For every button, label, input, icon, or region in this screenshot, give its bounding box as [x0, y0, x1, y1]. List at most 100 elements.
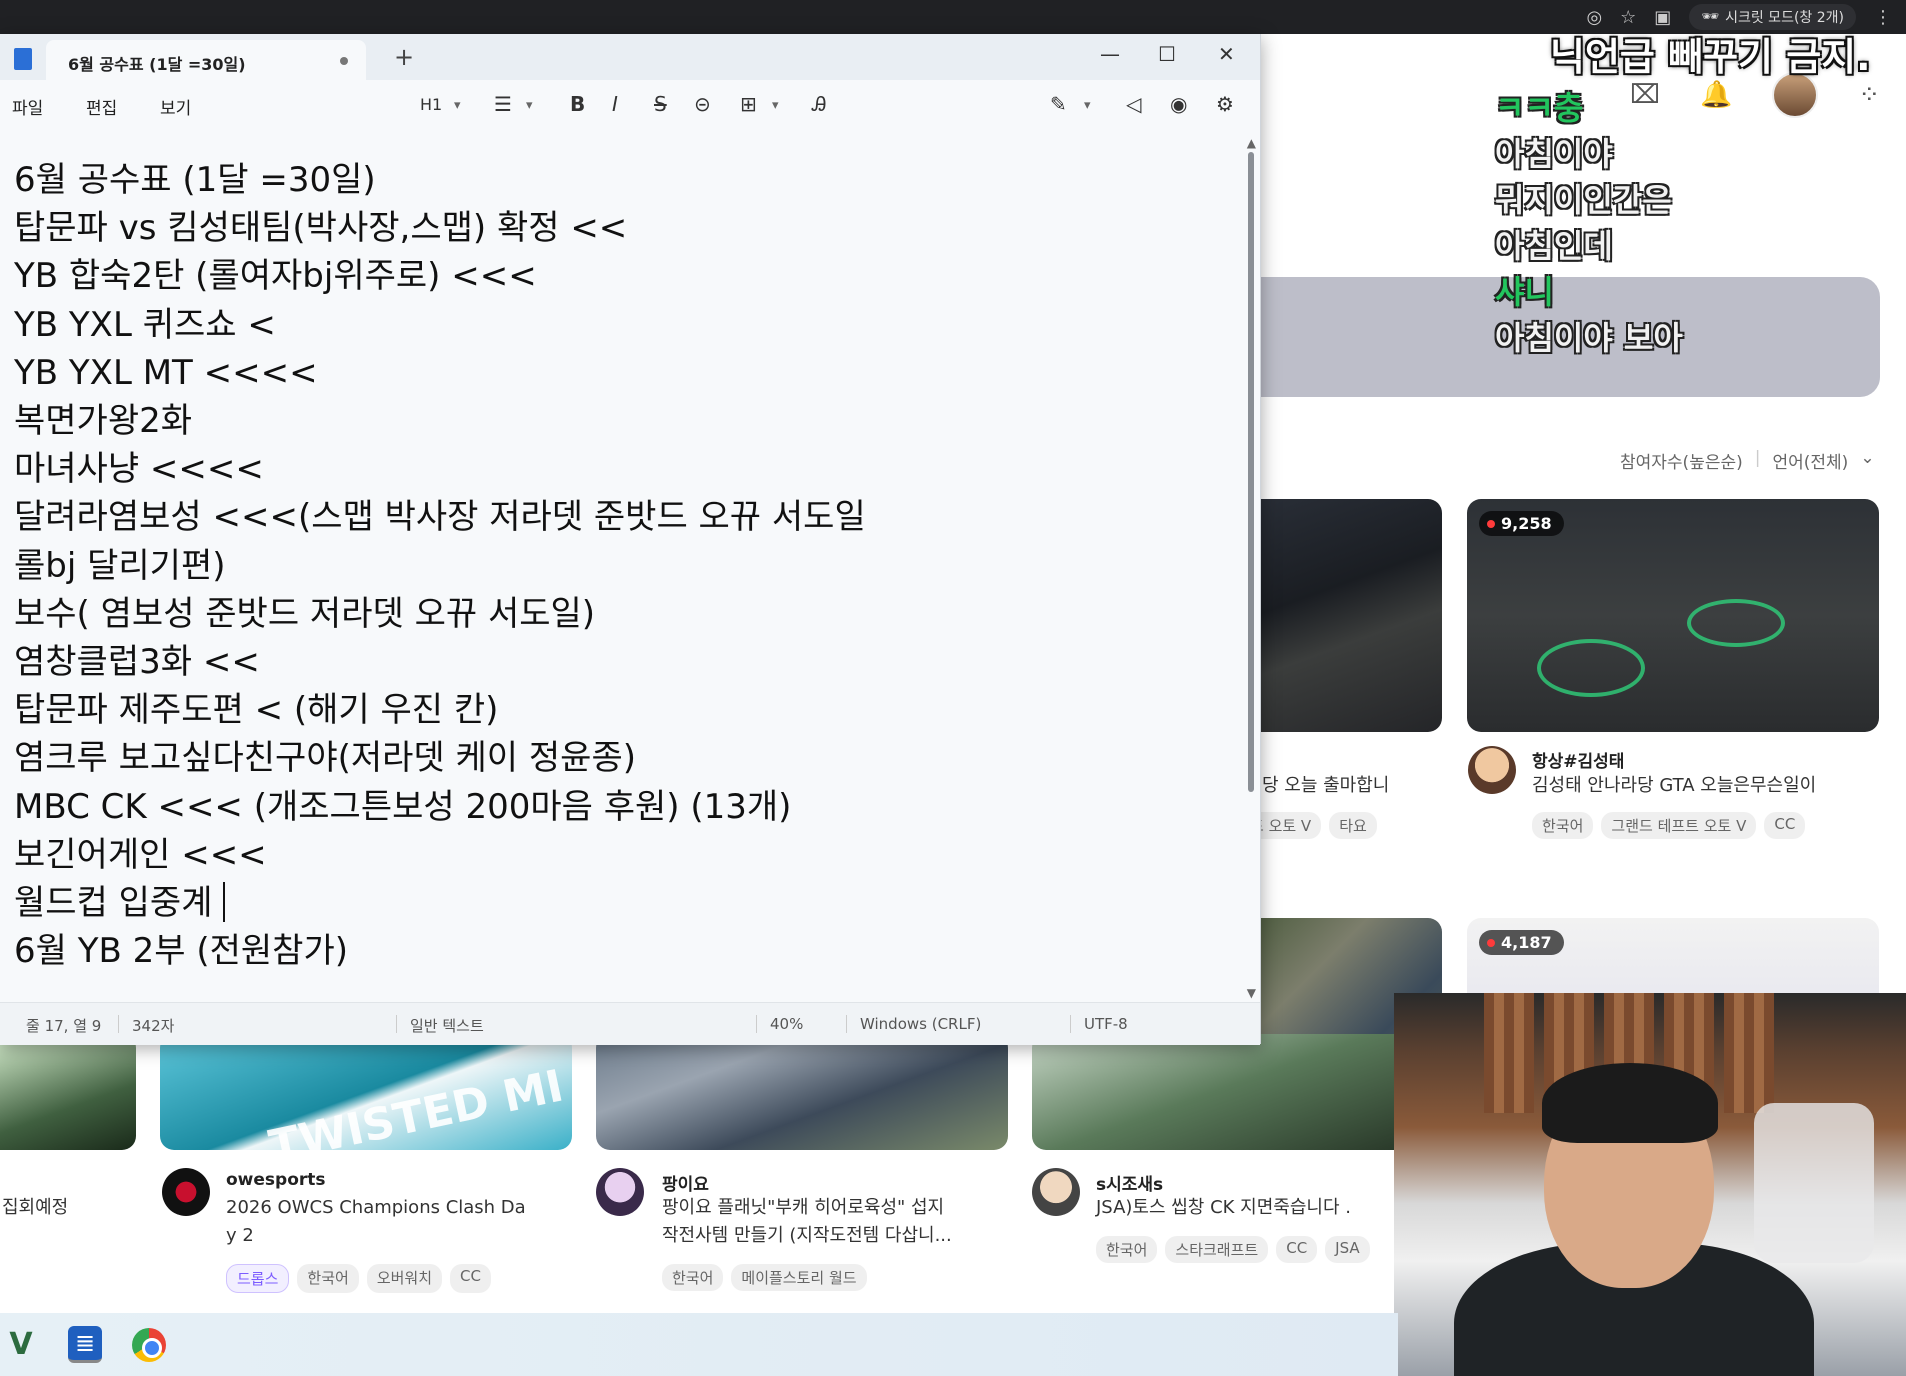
vscode-icon[interactable]: V	[4, 1327, 38, 1362]
announce-icon[interactable]: ◁	[1126, 92, 1141, 116]
chat-message: 아침이야	[1495, 135, 1613, 173]
scrollbar-thumb[interactable]	[1248, 152, 1254, 792]
editor-line: 탑문파 vs 킴성태팀(박사장,스맵) 확정 <<	[14, 208, 628, 249]
menu-file[interactable]: 파일	[12, 94, 43, 119]
tag[interactable]: 한국어	[662, 1264, 724, 1291]
stream-title-line[interactable]: 2026 OWCS Champions Clash Da	[226, 1194, 526, 1222]
tab-search-icon[interactable]: ▣	[1654, 7, 1671, 28]
channel-avatar[interactable]	[1468, 746, 1516, 794]
tag[interactable]: 스타크래프트	[1165, 1236, 1269, 1263]
menu-edit[interactable]: 편집	[86, 94, 117, 119]
stream-title[interactable]: 집회예정	[2, 1194, 68, 1222]
close-icon[interactable]: ✕	[1218, 42, 1235, 66]
channel-name[interactable]: 항상#김성태	[1532, 747, 1624, 772]
minimize-icon[interactable]: —	[1100, 42, 1120, 66]
zoom-level[interactable]: 40%	[770, 1015, 803, 1033]
chevron-down-icon[interactable]: ▾	[772, 98, 779, 113]
line-ending[interactable]: Windows (CRLF)	[860, 1015, 981, 1033]
notepad-icon[interactable]: ≣	[68, 1326, 102, 1363]
channel-avatar[interactable]	[596, 1168, 644, 1216]
tag[interactable]: 그랜드 테프트 오토 V	[1601, 812, 1757, 839]
list-filters: 참여자수(높은순) | 언어(전체) ⌄	[1620, 448, 1875, 473]
editor-line: 염창클럽3화 <<	[14, 642, 260, 683]
stream-thumbnail[interactable]: TWISTED MI	[160, 1034, 572, 1150]
chrome-icon[interactable]	[132, 1327, 166, 1362]
stream-thumbnail[interactable]	[1240, 499, 1442, 732]
viewer-count-badge: 9,258	[1479, 511, 1564, 536]
chat-message: 뭐지이인간은	[1495, 181, 1672, 219]
channel-name[interactable]: s시조새s	[1096, 1170, 1163, 1195]
stream-title-line[interactable]: 팡이요 플래닛"부캐 히어로육성" 섭지	[662, 1194, 944, 1222]
stream-thumbnail[interactable]	[0, 1034, 136, 1150]
menu-view[interactable]: 보기	[160, 94, 191, 119]
chevron-down-icon[interactable]: ▾	[1084, 98, 1091, 113]
chevron-down-icon[interactable]: ▾	[454, 98, 461, 113]
streamer-hair	[1542, 1063, 1718, 1143]
notepad-app-icon	[14, 48, 32, 70]
editor-line: 복면가왕2화	[14, 401, 193, 442]
channel-name[interactable]: owesports	[226, 1170, 326, 1190]
eye-off-icon[interactable]: ◎	[1586, 7, 1602, 28]
channel-avatar[interactable]	[162, 1168, 210, 1216]
language-dropdown[interactable]: 언어(전체)	[1772, 448, 1848, 473]
strikethrough-icon[interactable]: S	[654, 92, 667, 116]
stream-title-line[interactable]: y 2	[226, 1222, 254, 1250]
channel-name[interactable]: 팡이요	[662, 1170, 709, 1195]
tag[interactable]: JSA	[1325, 1236, 1370, 1263]
tag[interactable]: 한국어	[1532, 812, 1594, 839]
editor-line: 탑문파 제주도편 < (해기 우진 칸)	[14, 690, 499, 731]
menu-dots-icon[interactable]: ⋮	[1874, 7, 1892, 28]
game-ring	[1687, 599, 1785, 647]
encoding[interactable]: UTF-8	[1084, 1015, 1128, 1033]
italic-icon[interactable]: I	[612, 92, 618, 116]
game-ring	[1537, 639, 1645, 697]
text-caret	[222, 882, 225, 923]
stream-title[interactable]: 김성태 안나라당 GTA 오늘은무슨일이	[1532, 772, 1816, 800]
tag[interactable]: 한국어	[1096, 1236, 1158, 1263]
notepad-titlebar: 6월 공수표 (1달 =30일) + — ☐ ✕	[0, 34, 1260, 80]
stream-thumbnail[interactable]: 9,258	[1467, 499, 1879, 732]
clear-format-icon[interactable]: Ꭿ	[812, 92, 826, 116]
stream-thumbnail[interactable]	[596, 1034, 1008, 1150]
table-icon[interactable]: ⊞	[740, 92, 757, 116]
tab-title: 6월 공수표 (1달 =30일)	[68, 55, 246, 74]
stream-title[interactable]: 당 오늘 출마합니	[1262, 772, 1389, 800]
chevron-down-icon[interactable]: ▾	[526, 98, 533, 113]
maximize-icon[interactable]: ☐	[1158, 42, 1176, 66]
star-icon[interactable]: ☆	[1620, 7, 1636, 28]
notepad-tab[interactable]: 6월 공수표 (1달 =30일)	[46, 40, 366, 80]
stream-title-line[interactable]: 작전사템 만들기 (지작도전템 다삽니...	[662, 1222, 952, 1250]
vertical-scrollbar[interactable]	[1248, 140, 1254, 792]
tag[interactable]: CC	[1276, 1236, 1318, 1263]
editor-content[interactable]: 6월 공수표 (1달 =30일) 탑문파 vs 킴성태팀(박사장,스맵) 확정 <…	[14, 156, 866, 975]
bold-icon[interactable]: B	[570, 92, 585, 116]
tag[interactable]: 한국어	[297, 1264, 359, 1293]
tag[interactable]: 메이플스토리 월드	[731, 1264, 867, 1291]
viewer-count: 4,187	[1501, 933, 1552, 952]
unsaved-dot-icon[interactable]	[340, 57, 348, 65]
account-icon[interactable]: ◉	[1170, 92, 1187, 116]
text-editor[interactable]: 6월 공수표 (1달 =30일) 탑문파 vs 킴성태팀(박사장,스맵) 확정 <…	[0, 128, 1240, 998]
tag[interactable]: 오버워치	[366, 1264, 443, 1293]
tag[interactable]: 타요	[1329, 812, 1377, 839]
text-format[interactable]: 일반 텍스트	[410, 1015, 484, 1036]
channel-avatar[interactable]	[1032, 1168, 1080, 1216]
copilot-icon[interactable]: ✎	[1050, 92, 1067, 116]
link-icon[interactable]: ⊝	[694, 92, 711, 116]
heading-dropdown[interactable]: H1	[420, 95, 442, 114]
sort-dropdown[interactable]: 참여자수(높은순)	[1620, 448, 1743, 473]
stream-title[interactable]: JSA)토스 씹창 CK 지면죽습니다 .	[1096, 1194, 1351, 1222]
tag[interactable]: CC	[1764, 812, 1806, 839]
apps-grid-icon[interactable]: ⁘	[1858, 80, 1880, 110]
list-icon[interactable]: ☰	[494, 92, 512, 116]
stream-thumbnail[interactable]	[1032, 1034, 1394, 1150]
chevron-down-icon: ⌄	[1860, 448, 1875, 468]
editor-line: 월드컵 입중계	[14, 883, 213, 924]
bell-icon[interactable]: 🔔	[1700, 80, 1732, 110]
drops-tag[interactable]: 드롭스	[226, 1264, 290, 1293]
settings-gear-icon[interactable]: ⚙	[1216, 92, 1234, 116]
thumbnail-text: TWISTED MI	[265, 1060, 569, 1150]
new-tab-plus-icon[interactable]: +	[394, 43, 414, 71]
scroll-down-icon[interactable]: ▼	[1247, 986, 1256, 1000]
tag[interactable]: CC	[450, 1264, 491, 1293]
